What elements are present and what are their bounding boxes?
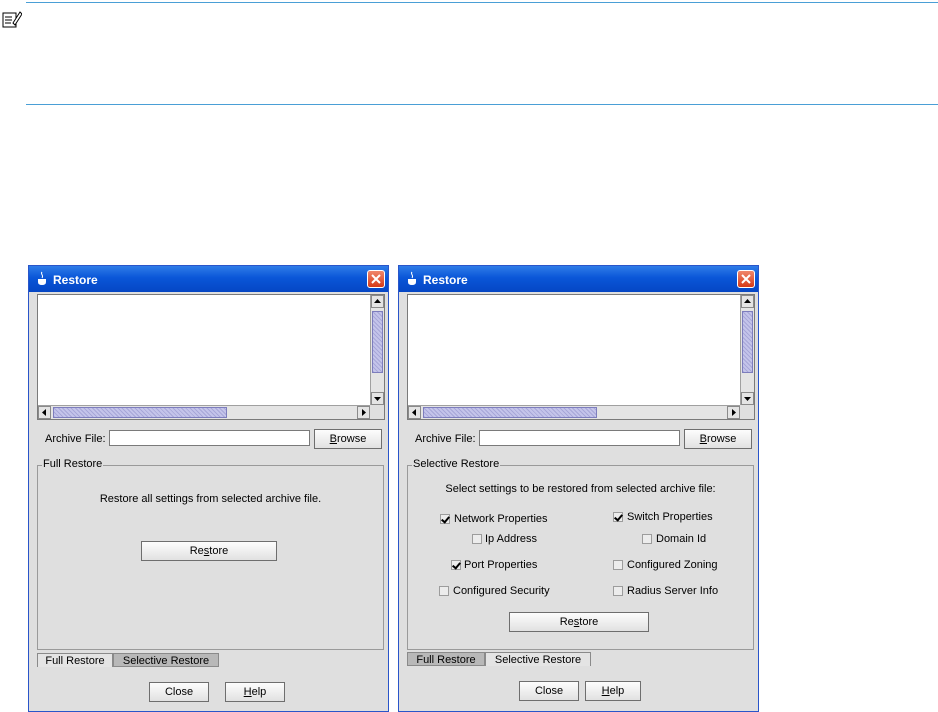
restore-dialog-full: Restore Archive File: Browse Full Restor…	[28, 265, 389, 712]
label-ip-address: Ip Address	[485, 533, 537, 545]
title-bar[interactable]: Restore	[399, 266, 758, 292]
panel-title: Full Restore	[42, 458, 104, 470]
window-title: Restore	[423, 273, 468, 287]
tab-selective-restore[interactable]: Selective Restore	[485, 652, 591, 666]
browse-button[interactable]: Browse	[684, 429, 752, 449]
help-button[interactable]: Help	[225, 682, 285, 702]
checkbox-ip-address[interactable]	[472, 534, 482, 544]
close-icon	[741, 274, 751, 284]
arrow-right-icon	[362, 409, 366, 416]
label-configured-zoning: Configured Zoning	[627, 559, 718, 571]
label-radius-server-info: Radius Server Info	[627, 585, 719, 597]
log-text-area[interactable]	[37, 294, 385, 420]
checkbox-configured-security[interactable]	[439, 586, 449, 596]
checkbox-domain-id[interactable]	[642, 534, 652, 544]
restore-dialog-selective: Restore Archive File: Browse Selective R…	[398, 265, 759, 712]
scroll-up-button[interactable]	[741, 295, 754, 308]
tab-selective-restore[interactable]: Selective Restore	[113, 653, 219, 667]
title-bar[interactable]: Restore	[29, 266, 388, 292]
arrow-right-icon	[732, 409, 736, 416]
vertical-scroll-thumb[interactable]	[372, 311, 383, 373]
scroll-right-button[interactable]	[357, 406, 370, 419]
label-switch-properties: Switch Properties	[627, 511, 713, 523]
close-button[interactable]: Close	[519, 681, 579, 701]
restore-button[interactable]: Restore	[509, 612, 649, 632]
java-cup-icon	[38, 271, 46, 285]
close-button[interactable]: Close	[149, 682, 209, 702]
horizontal-scrollbar[interactable]	[38, 405, 371, 419]
scroll-down-button[interactable]	[741, 392, 754, 405]
arrow-down-icon	[744, 397, 751, 401]
vertical-scrollbar[interactable]	[740, 295, 754, 406]
scroll-up-button[interactable]	[371, 295, 384, 308]
arrow-left-icon	[42, 409, 46, 416]
java-cup-icon	[408, 271, 416, 285]
scroll-right-button[interactable]	[727, 406, 740, 419]
horizontal-scroll-thumb[interactable]	[53, 407, 227, 418]
panel-title: Selective Restore	[412, 458, 501, 470]
archive-file-input[interactable]	[479, 430, 680, 446]
archive-file-input[interactable]	[109, 430, 310, 446]
window-close-button[interactable]	[367, 270, 385, 288]
scroll-corner	[740, 405, 754, 419]
log-text-area[interactable]	[407, 294, 755, 420]
top-rule	[26, 2, 938, 3]
browse-button[interactable]: Browse	[314, 429, 382, 449]
label-domain-id: Domain Id	[656, 533, 707, 545]
checkbox-port-properties[interactable]	[451, 560, 461, 570]
full-restore-panel: Full Restore Restore all settings from s…	[37, 458, 384, 650]
archive-file-label: Archive File:	[45, 433, 106, 445]
checkbox-radius-server-info[interactable]	[613, 586, 623, 596]
label-port-properties: Port Properties	[464, 559, 538, 571]
arrow-up-icon	[374, 299, 381, 303]
window-title: Restore	[53, 273, 98, 287]
arrow-down-icon	[374, 397, 381, 401]
arrow-up-icon	[744, 299, 751, 303]
label-network-properties: Network Properties	[454, 513, 548, 525]
horizontal-scroll-thumb[interactable]	[423, 407, 597, 418]
vertical-scrollbar[interactable]	[370, 295, 384, 406]
arrow-left-icon	[412, 409, 416, 416]
panel-description: Restore all settings from selected archi…	[99, 493, 322, 505]
vertical-scroll-thumb[interactable]	[742, 311, 753, 373]
tab-full-restore[interactable]: Full Restore	[37, 653, 113, 667]
horizontal-scrollbar[interactable]	[408, 405, 741, 419]
selective-restore-panel: Selective Restore Select settings to be …	[407, 458, 754, 650]
scroll-corner	[370, 405, 384, 419]
window-close-button[interactable]	[737, 270, 755, 288]
help-button[interactable]: Help	[585, 681, 641, 701]
tab-full-restore[interactable]: Full Restore	[407, 652, 485, 666]
label-configured-security: Configured Security	[453, 585, 550, 597]
note-icon	[2, 11, 22, 28]
scroll-down-button[interactable]	[371, 392, 384, 405]
restore-button[interactable]: Restore	[141, 541, 277, 561]
scroll-left-button[interactable]	[38, 406, 51, 419]
panel-description: Select settings to be restored from sele…	[445, 483, 716, 495]
checkbox-network-properties[interactable]	[440, 514, 450, 524]
close-icon	[371, 274, 381, 284]
checkbox-configured-zoning[interactable]	[613, 560, 623, 570]
bottom-rule	[26, 104, 938, 105]
checkbox-switch-properties[interactable]	[613, 512, 623, 522]
archive-file-label: Archive File:	[415, 433, 476, 445]
scroll-left-button[interactable]	[408, 406, 421, 419]
